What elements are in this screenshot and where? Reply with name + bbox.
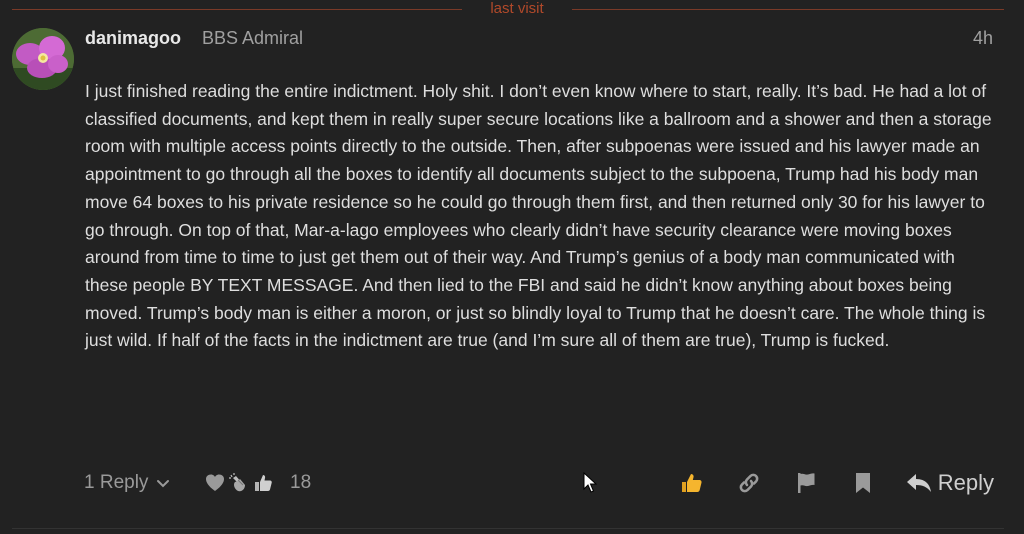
reactions-summary[interactable]: 18	[204, 470, 311, 496]
post-body: I just finished reading the entire indic…	[85, 78, 997, 355]
flag-icon	[797, 473, 815, 493]
thumbs-up-icon	[681, 474, 702, 492]
reply-label: Reply	[937, 470, 994, 495]
reply-arrow-icon	[906, 474, 931, 492]
replies-toggle-button[interactable]: 1 Reply	[84, 470, 170, 496]
reactions-count: 18	[290, 472, 312, 493]
reply-button[interactable]: Reply	[906, 470, 994, 496]
last-visit-label: last visit	[490, 0, 544, 17]
link-icon	[739, 473, 759, 493]
bookmark-icon	[855, 473, 870, 493]
bookmark-button[interactable]	[848, 468, 878, 498]
author-username[interactable]: danimagoo	[85, 28, 181, 48]
post-separator	[12, 528, 1004, 529]
copy-link-button[interactable]	[734, 468, 764, 498]
post-text: I just finished reading the entire indic…	[85, 81, 992, 351]
clapping-hands-icon	[229, 473, 245, 492]
divider-line	[12, 9, 462, 10]
mouse-pointer-icon	[583, 472, 597, 493]
avatar[interactable]	[12, 28, 74, 90]
divider-line	[572, 9, 1004, 10]
pink-flower-avatar-icon	[12, 28, 74, 90]
flag-button[interactable]	[791, 468, 821, 498]
post-timestamp[interactable]: 4h	[973, 28, 993, 48]
thumbs-up-icon	[255, 475, 272, 491]
post-actions: Reply	[650, 468, 994, 498]
author-title: BBS Admiral	[202, 28, 304, 48]
chevron-down-icon	[157, 480, 170, 488]
last-visit-divider: last visit	[12, 0, 1004, 18]
like-button[interactable]	[677, 468, 707, 498]
heart-icon	[206, 474, 224, 491]
replies-label: 1 Reply	[84, 472, 149, 493]
post-container: last visit danimagoo BBS Admiral 4h I ju…	[0, 0, 1024, 534]
